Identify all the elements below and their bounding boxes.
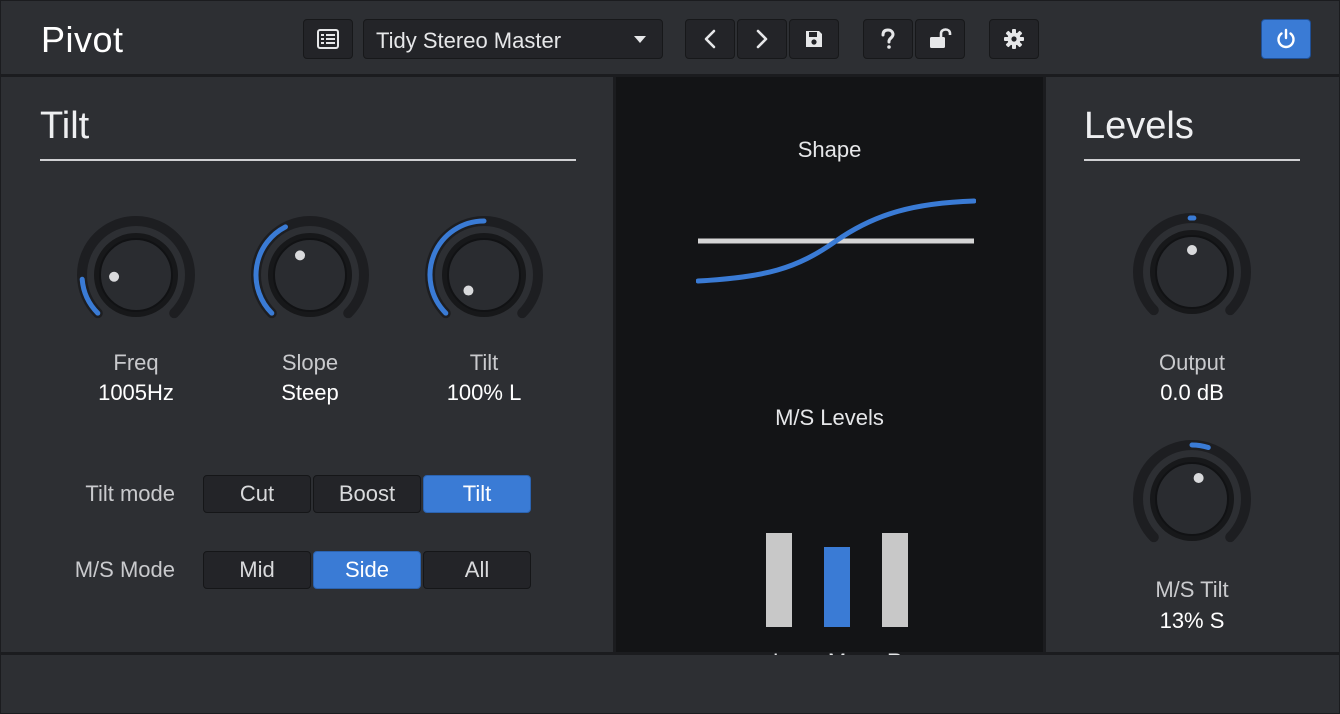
levels-panel: Levels Output 0.0 dB M/S Tilt 13% S [1046,77,1339,652]
preset-dropdown[interactable]: Tidy Stereo Master [363,19,663,59]
freq-knob[interactable] [74,213,198,337]
levels-panel-title: Levels [1084,105,1194,147]
caret-down-icon [634,36,646,43]
mid-level-meter [824,547,850,627]
left-level-meter [766,533,792,627]
preset-browser-button[interactable] [303,19,353,59]
shape-label: Shape [797,137,862,162]
ms-tilt-value: 13% S [1159,608,1225,633]
output-value: 0.0 dB [1160,380,1224,405]
ms-tilt-knob[interactable] [1130,437,1254,561]
tilt-mode-tilt-button[interactable]: Tilt [423,475,531,513]
ms-mode-mid-button[interactable]: Mid [203,551,311,589]
list-icon [317,29,339,49]
ms-levels-label: M/S Levels [775,405,884,430]
help-icon [881,28,895,49]
header-bar: Pivot Tidy Stereo Master [1,1,1339,74]
ms-mode-side-button[interactable]: Side [313,551,421,589]
save-preset-button[interactable] [789,19,839,59]
save-icon [806,31,822,47]
tilt-panel-title: Tilt [40,105,90,147]
power-icon [1277,28,1295,49]
output-knob[interactable] [1130,210,1254,334]
knob-pointer [1187,245,1197,255]
output-label: Output [1158,350,1226,375]
display-panel: Shape M/S Levels L M R [616,77,1043,674]
tilt-title-divider [40,159,576,161]
knob-cap [447,238,521,312]
chevron-left-icon [704,29,716,49]
knob-pointer [109,271,120,282]
knob-pointer [463,285,474,296]
lock-button[interactable] [915,19,965,59]
tilt-panel: Tilt Freq 1005Hz Slope Steep Tilt 100% L… [1,77,613,652]
knob-pointer [295,250,306,261]
ms-mode-all-button[interactable]: All [423,551,531,589]
help-button[interactable] [863,19,913,59]
next-preset-button[interactable] [737,19,787,59]
gear-icon [1004,29,1024,49]
tilt-knob[interactable] [422,213,546,337]
levels-title-divider [1084,159,1300,161]
knob-cap [1155,462,1229,536]
slope-knob[interactable] [248,213,372,337]
freq-value: 1005Hz [98,380,174,405]
knob-value-arc [1189,442,1211,451]
knob-cap [273,238,347,312]
knob-pointer [1193,473,1204,484]
tilt-mode-boost-button[interactable]: Boost [313,475,421,513]
slope-label: Slope [281,350,339,375]
tilt-mode-cut-button[interactable]: Cut [203,475,311,513]
settings-button[interactable] [989,19,1039,59]
freq-label: Freq [113,350,159,375]
footer-bar [1,655,1339,713]
unlock-icon [930,28,952,48]
tilt-mode-label: Tilt mode [85,481,175,506]
plugin-window: Pivot Tidy Stereo Master Tilt Freq 1005H… [0,0,1340,714]
previous-preset-button[interactable] [685,19,735,59]
preset-name: Tidy Stereo Master [376,28,562,53]
ms-mode-label: M/S Mode [74,557,175,582]
tilt-label: Tilt [469,350,499,375]
tilt-value: 100% L [446,380,522,405]
slope-value: Steep [281,380,339,405]
app-logo: Pivot [41,19,124,60]
ms-tilt-label: M/S Tilt [1155,577,1229,602]
right-level-meter [882,533,908,627]
chevron-right-icon [756,29,768,49]
power-button[interactable] [1261,19,1311,59]
shape-graph [696,198,976,284]
